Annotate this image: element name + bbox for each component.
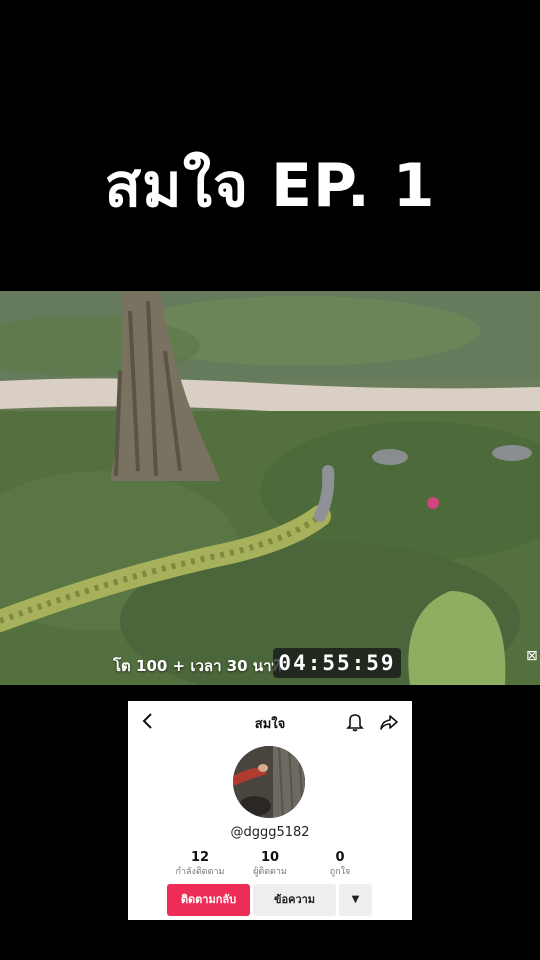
controller-icon: ⊠: [526, 648, 538, 664]
bell-icon[interactable]: [346, 712, 364, 732]
game-video-frame: [0, 291, 540, 685]
profile-handle: @dggg5182: [230, 825, 310, 840]
profile-topbar: สมใจ: [128, 701, 412, 743]
timer-caption: โต 100 + เวลา 30 นาที: [113, 657, 282, 675]
avatar-image: [233, 746, 305, 818]
stat-likes[interactable]: 0 ถูกใจ: [300, 851, 380, 879]
more-options-button[interactable]: ▼: [339, 884, 372, 916]
profile-title: สมใจ: [254, 717, 286, 732]
stat-value: 10: [260, 850, 280, 865]
follow-back-button[interactable]: ติดตามกลับ: [167, 884, 250, 916]
countdown-timer: 04:55:59: [273, 648, 401, 678]
stat-followers[interactable]: 10 ผู้ติดตาม: [230, 851, 310, 879]
stat-value: 12: [190, 850, 210, 865]
avatar[interactable]: [233, 746, 305, 818]
share-icon[interactable]: [379, 712, 399, 732]
stat-label: กำลังติดตาม: [175, 867, 225, 877]
stat-value: 0: [335, 850, 345, 865]
message-button[interactable]: ข้อความ: [253, 884, 336, 916]
overlay-title: สมใจ EP. 1: [104, 151, 436, 221]
stat-following[interactable]: 12 กำลังติดตาม: [160, 851, 240, 879]
stat-label: ถูกใจ: [329, 867, 351, 877]
profile-card: สมใจ @dggg5182 12 กำลังติดตาม 10 ผู้ติดต…: [128, 701, 412, 920]
stat-label: ผู้ติดตาม: [253, 867, 287, 877]
game-scene: [0, 291, 540, 685]
